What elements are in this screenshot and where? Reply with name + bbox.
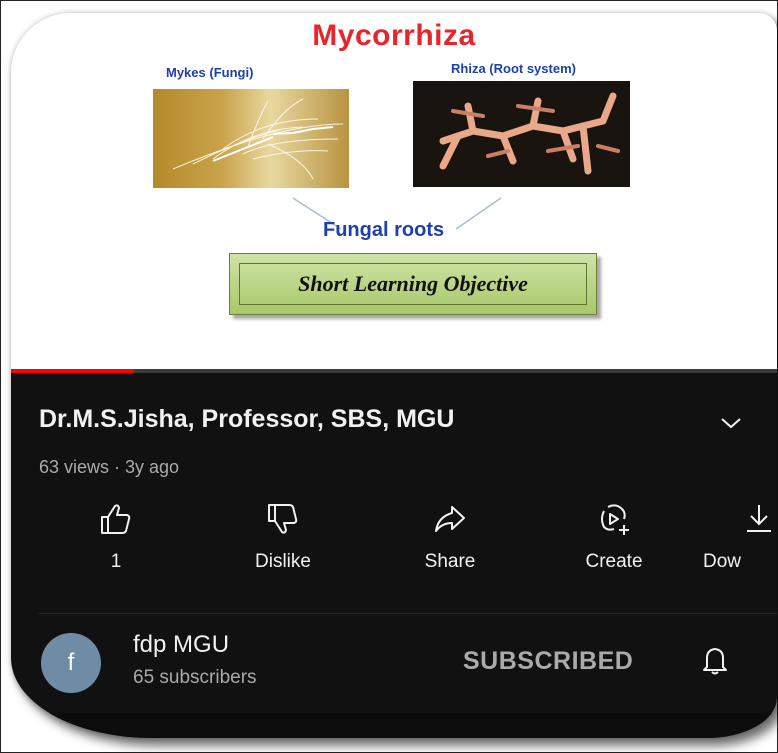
bottom-strip (11, 713, 777, 738)
video-meta: 63 views · 3y ago (39, 457, 180, 477)
screenshot-frame: Mycorrhiza Mykes (Fungi) Rhiza (Root sys… (0, 0, 778, 753)
video-thumbnail-slide[interactable]: Mycorrhiza Mykes (Fungi) Rhiza (Root sys… (11, 13, 777, 373)
download-icon (747, 505, 771, 532)
create-icon (601, 504, 629, 535)
objective-label: Short Learning Objective (239, 263, 587, 305)
channel-avatar[interactable]: f (41, 633, 101, 693)
phone-screen: Mycorrhiza Mykes (Fungi) Rhiza (Root sys… (11, 13, 777, 738)
channel-subscribers: 65 subscribers (133, 667, 257, 688)
subscribed-button[interactable]: SUBSCRIBED (463, 647, 633, 676)
share-label: Share (424, 551, 476, 572)
divider (39, 613, 777, 614)
objective-box: Short Learning Objective (229, 253, 597, 315)
channel-name[interactable]: fdp MGU (133, 631, 229, 659)
video-title[interactable]: Dr.M.S.Jisha, Professor, SBS, MGU (39, 405, 454, 434)
connector-lines (292, 197, 502, 230)
video-details-panel: Dr.M.S.Jisha, Professor, SBS, MGU 63 vie… (11, 373, 777, 738)
action-bar: 1 Dislike Share Create Dow (11, 501, 777, 591)
download-label: Dow (703, 551, 742, 572)
chevron-down-icon[interactable] (717, 413, 745, 433)
like-count: 1 (110, 551, 122, 572)
dislike-button[interactable]: Dislike (228, 501, 338, 573)
create-button[interactable]: Create (559, 501, 669, 573)
share-icon (435, 506, 465, 532)
fungal-roots-caption: Fungal roots (323, 219, 445, 241)
dislike-label: Dislike (255, 551, 311, 572)
channel-row[interactable]: f fdp MGU 65 subscribers SUBSCRIBED (11, 625, 777, 705)
bell-icon[interactable] (698, 643, 732, 677)
create-label: Create (585, 551, 643, 572)
download-button[interactable]: Dow (703, 501, 777, 573)
thumbs-down-icon (268, 504, 298, 534)
thumbs-up-icon (101, 504, 131, 534)
share-button[interactable]: Share (395, 501, 505, 573)
like-button[interactable]: 1 (61, 501, 171, 573)
